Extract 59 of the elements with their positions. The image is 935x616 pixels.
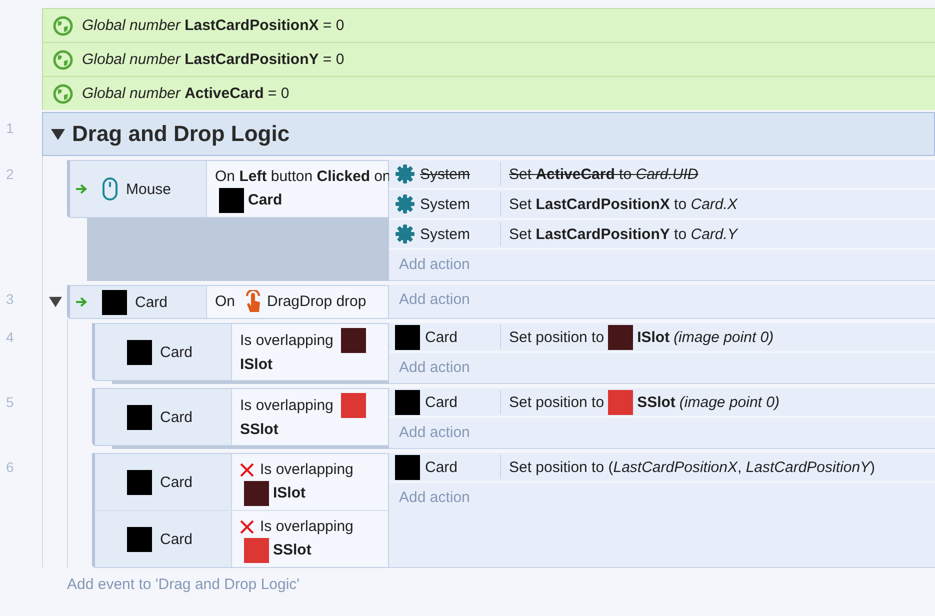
action-text: Set position to [509,328,604,346]
line-number: 2 [5,165,15,184]
action-text: Set LastCardPositionX to Card.X [509,196,738,212]
condition-text: Is overlapping [240,396,334,414]
object-name: System [420,226,470,242]
object-name: ISlot [637,328,670,346]
action-text: Set ActiveCard to Card.UID [509,166,698,182]
parameter-text: (image point 0) [674,328,774,346]
object-name: Card [425,394,458,411]
condition-text: DragDrop drop [267,293,366,310]
global-variable-row[interactable]: Global number ActiveCard = 0 [43,76,935,110]
global-variable-text: Global number LastCardPositionY = 0 [82,51,344,68]
object-name: System [420,196,470,212]
global-variable-text: Global number ActiveCard = 0 [82,85,290,102]
group-header[interactable]: Drag and Drop Logic [42,112,935,156]
object-name: SSlot [240,421,278,438]
group-title: Drag and Drop Logic [72,121,290,147]
condition-text: Is overlapping [240,332,334,348]
object-name: Mouse [126,180,172,198]
action-row[interactable]: Card Set position to (LastCardPositionX, LastCardPositionY) [389,453,935,484]
object-name: SSlot [273,542,312,558]
object-name: Card [248,191,282,208]
condition-object-cell[interactable]: Mouse [70,161,207,217]
action-text: Set position to [509,394,604,411]
object-name: ISlot [240,356,272,374]
condition-text: Is overlapping [260,461,354,478]
object-name: ISlot [273,484,306,502]
line-number: 5 [5,393,15,412]
object-name: Card [135,294,168,311]
condition-object-cell[interactable]: Card [70,286,207,318]
condition-object-cell[interactable]: Card [95,324,232,380]
object-name: System [420,166,470,182]
object-name: Card [160,530,193,548]
object-name: Card [160,408,193,426]
global-variable-row[interactable]: Global number LastCardPositionY = 0 [43,42,935,76]
action-row[interactable]: System Set LastCardPositionX to Card.X [389,190,935,220]
action-text: Set position to (LastCardPositionX, LastCardPositionY) [509,458,876,476]
line-number: 4 [5,328,15,348]
condition-object-cell[interactable]: Card [95,511,232,568]
parameter-text: (image point 0) [679,394,780,411]
global-variable-text: Global number LastCardPositionX = 0 [82,17,344,34]
action-row[interactable]: System Set LastCardPositionY to Card.Y [389,220,935,250]
condition-object-cell[interactable]: Card [95,454,232,510]
condition-text: On [215,293,236,310]
object-name: Card [160,344,193,361]
object-name: SSlot [637,394,676,411]
object-name: Card [425,458,458,476]
line-number: 1 [5,119,15,138]
global-variable-row[interactable]: Global number LastCardPositionX = 0 [43,8,935,42]
line-number: 6 [5,458,15,478]
condition-text: Is overlapping [260,518,354,536]
action-row[interactable]: Card Set position to ISlot (image point 0) [389,323,935,354]
condition-object-cell[interactable]: Card [95,389,232,446]
object-name: Card [160,474,193,491]
object-name: Card [425,328,458,346]
action-text: Set LastCardPositionY to Card.Y [509,226,738,242]
condition-text: On Left button Clicked [215,168,370,185]
line-number: 3 [5,290,15,309]
action-row[interactable]: Card Set position to SSlot (image point 0) [389,388,935,418]
